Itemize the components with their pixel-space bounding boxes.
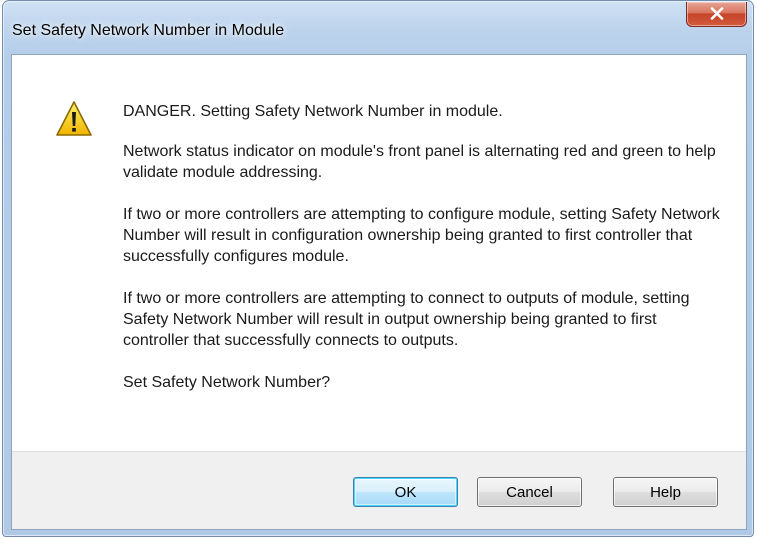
- button-bar: OK Cancel Help: [12, 451, 746, 529]
- cancel-button[interactable]: Cancel: [477, 477, 582, 507]
- message-paragraph: Network status indicator on module's fro…: [123, 143, 716, 181]
- confirm-question: Set Safety Network Number?: [123, 374, 331, 391]
- warning-icon: [56, 101, 92, 136]
- message-paragraph: If two or more controllers are attemptin…: [123, 290, 690, 349]
- help-button[interactable]: Help: [613, 477, 718, 507]
- close-icon: [710, 7, 724, 20]
- message-paragraph: If two or more controllers are attemptin…: [123, 206, 720, 265]
- dialog-window: Set Safety Network Number in Module DANG…: [2, 0, 754, 537]
- message-heading: DANGER. Setting Safety Network Number in…: [123, 103, 503, 120]
- dialog-content: DANGER. Setting Safety Network Number in…: [11, 54, 747, 530]
- close-button[interactable]: [686, 2, 747, 27]
- ok-button[interactable]: OK: [353, 477, 458, 507]
- title-bar[interactable]: Set Safety Network Number in Module: [3, 1, 753, 55]
- window-title: Set Safety Network Number in Module: [12, 22, 285, 39]
- message-text: DANGER. Setting Safety Network Number in…: [123, 101, 723, 414]
